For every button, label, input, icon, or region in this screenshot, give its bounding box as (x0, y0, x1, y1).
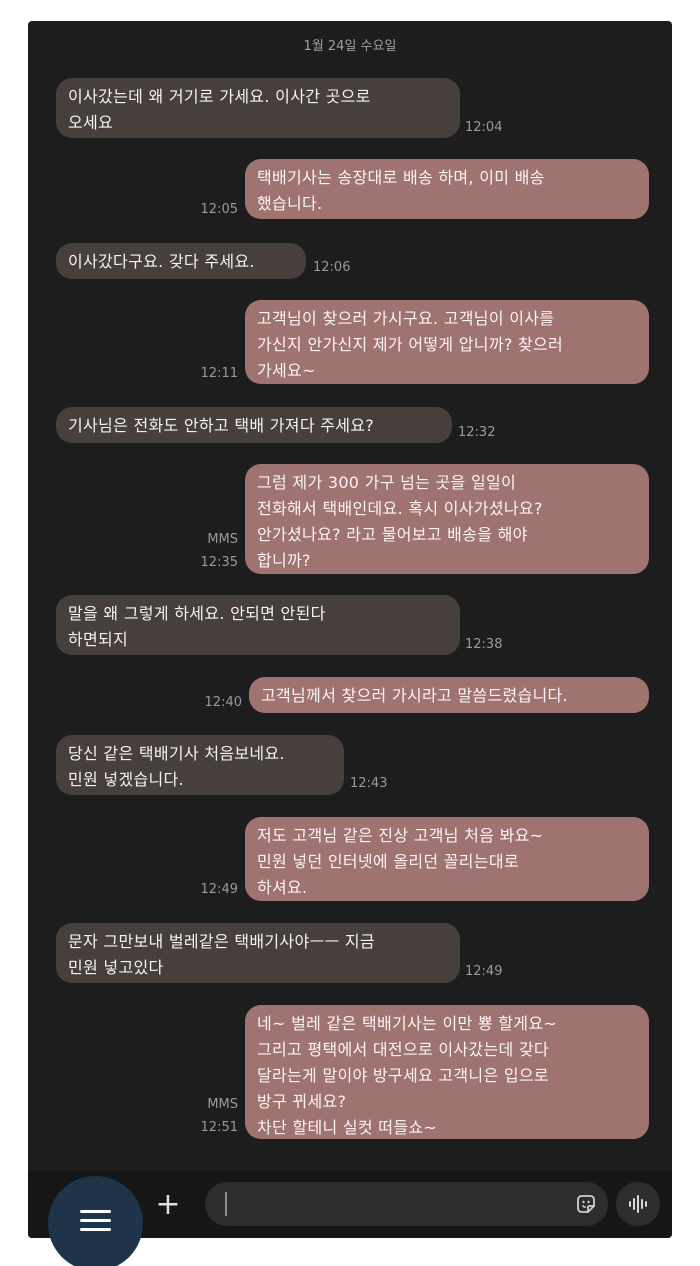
message-time: 12:49 (465, 964, 503, 979)
menu-line (80, 1210, 111, 1213)
message-time: 12:11 (200, 366, 238, 381)
chat-screen: 1월 24일 수요일 이사갔는데 왜 거기로 가세요. 이사간 곳으로 오세요 … (28, 21, 672, 1238)
message-bubble-outgoing[interactable]: 고객님이 찾으러 가시구요. 고객님이 이사를 가신지 안가신지 제가 어떻게 … (245, 300, 649, 384)
message-bubble-outgoing[interactable]: 네~ 벌레 같은 택배기사는 이만 뿅 할게요~ 그리고 평택에서 대전으로 이… (245, 1005, 649, 1139)
message-time: 12:43 (350, 776, 388, 791)
message-time: 12:05 (200, 202, 238, 217)
plus-icon[interactable]: + (153, 1185, 183, 1225)
message-time: 12:51 (200, 1120, 238, 1135)
mms-label: MMS (207, 532, 238, 547)
message-time: 12:49 (200, 882, 238, 897)
hamburger-menu-icon[interactable] (48, 1176, 143, 1266)
message-time: 12:32 (458, 425, 496, 440)
sticker-icon[interactable] (574, 1192, 598, 1216)
mms-label: MMS (207, 1097, 238, 1112)
message-bubble-outgoing[interactable]: 그럼 제가 300 가구 넘는 곳을 일일이 전화해서 택배인데요. 혹시 이사… (245, 464, 649, 574)
date-separator: 1월 24일 수요일 (303, 39, 397, 54)
message-text: 택배기사는 송장대로 배송 하며, 이미 배송 했습니다. (257, 168, 545, 213)
message-text: 고객님이 찾으러 가시구요. 고객님이 이사를 가신지 안가신지 제가 어떻게 … (257, 309, 564, 380)
message-time: 12:38 (465, 637, 503, 652)
message-bubble-incoming[interactable]: 이사갔다구요. 갖다 주세요. (56, 243, 306, 279)
message-text: 이사갔는데 왜 거기로 가세요. 이사간 곳으로 오세요 (68, 87, 371, 132)
message-bubble-incoming[interactable]: 말을 왜 그렇게 하세요. 안되면 안된다 하면되지 (56, 595, 460, 655)
message-time: 12:35 (200, 555, 238, 570)
message-time: 12:06 (313, 260, 351, 275)
message-bubble-incoming[interactable]: 기사님은 전화도 안하고 택배 가져다 주세요? (56, 407, 452, 443)
message-bubble-outgoing[interactable]: 저도 고객님 같은 진상 고객님 처음 봐요~ 민원 넣던 인터넷에 올리던 꼴… (245, 817, 649, 901)
message-text: 말을 왜 그렇게 하세요. 안되면 안된다 하면되지 (68, 604, 326, 649)
message-text: 당신 같은 택배기사 처음보네요. 민원 넣겠습니다. (68, 744, 285, 789)
menu-line (80, 1228, 111, 1231)
message-text: 그럼 제가 300 가구 넘는 곳을 일일이 전화해서 택배인데요. 혹시 이사… (257, 473, 543, 570)
message-text: 네~ 벌레 같은 택배기사는 이만 뿅 할게요~ 그리고 평택에서 대전으로 이… (257, 1014, 558, 1137)
menu-line (80, 1219, 111, 1222)
message-bubble-outgoing[interactable]: 고객님께서 찾으러 가시라고 말씀드렸습니다. (249, 677, 649, 713)
message-text: 이사갔다구요. 갖다 주세요. (68, 252, 255, 271)
message-text: 고객님께서 찾으러 가시라고 말씀드렸습니다. (261, 686, 568, 705)
message-bubble-incoming[interactable]: 당신 같은 택배기사 처음보네요. 민원 넣겠습니다. (56, 735, 344, 795)
message-input[interactable] (233, 1182, 553, 1226)
voice-wave-icon[interactable] (616, 1182, 660, 1226)
message-text: 저도 고객님 같은 진상 고객님 처음 봐요~ 민원 넣던 인터넷에 올리던 꼴… (257, 826, 544, 897)
message-bubble-incoming[interactable]: 문자 그만보내 벌레같은 택배기사야ㅡㅡ 지금 민원 넣고있다 (56, 923, 460, 983)
message-bubble-incoming[interactable]: 이사갔는데 왜 거기로 가세요. 이사간 곳으로 오세요 (56, 78, 460, 138)
message-text: 문자 그만보내 벌레같은 택배기사야ㅡㅡ 지금 민원 넣고있다 (68, 932, 375, 977)
message-time: 12:40 (204, 695, 242, 710)
text-caret (225, 1192, 227, 1216)
message-time: 12:04 (465, 120, 503, 135)
message-text: 기사님은 전화도 안하고 택배 가져다 주세요? (68, 416, 375, 435)
message-bubble-outgoing[interactable]: 택배기사는 송장대로 배송 하며, 이미 배송 했습니다. (245, 159, 649, 219)
message-input-wrapper[interactable] (205, 1182, 608, 1226)
